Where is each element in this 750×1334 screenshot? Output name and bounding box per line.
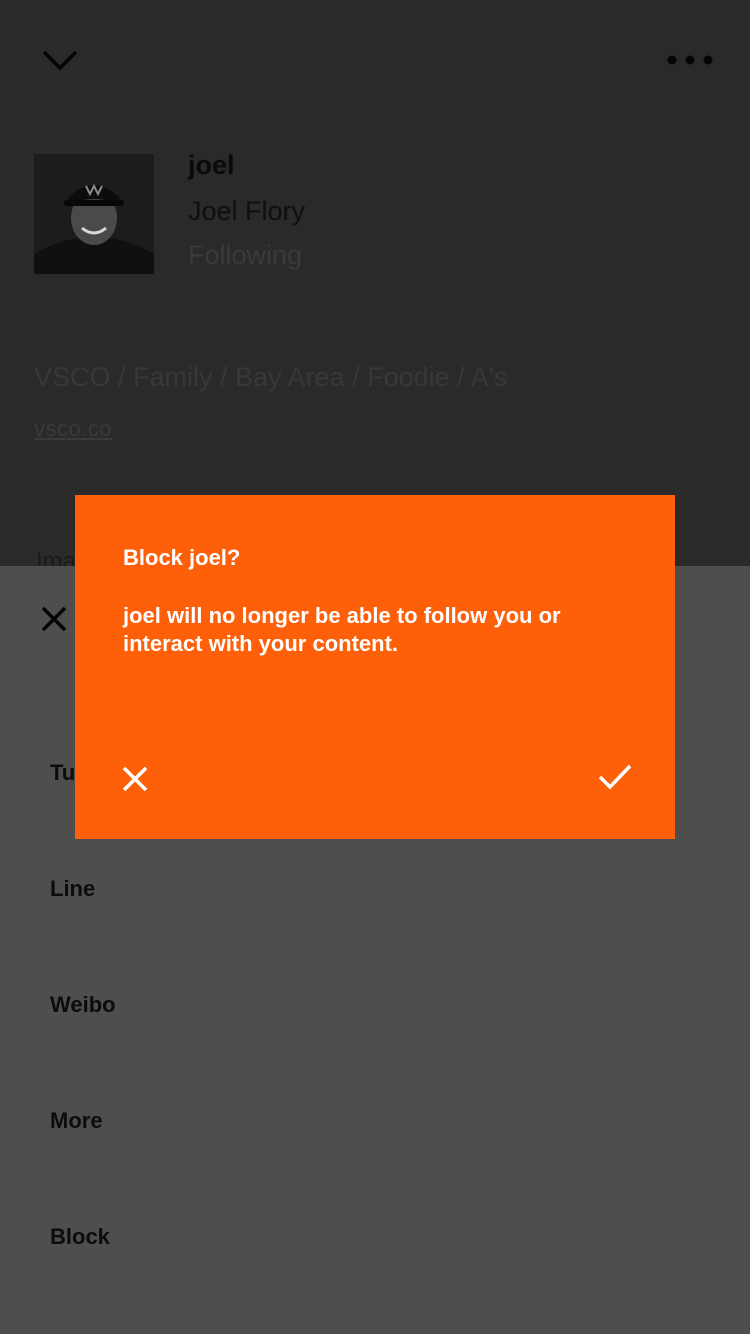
share-item-more[interactable]: More <box>50 1108 103 1134</box>
share-item-tumblr[interactable]: Tu <box>50 760 75 786</box>
share-item-block[interactable]: Block <box>50 1224 110 1250</box>
dialog-title: Block joel? <box>123 545 241 570</box>
profile-bio: VSCO / Family / Bay Area / Foodie / A's <box>34 362 508 392</box>
share-item-weibo[interactable]: Weibo <box>50 992 116 1018</box>
dialog-message: joel will no longer be able to follow yo… <box>123 603 561 656</box>
more-dots-icon[interactable] <box>664 52 716 68</box>
close-icon[interactable] <box>119 763 151 795</box>
profile-website-link[interactable]: vsco.co <box>34 416 112 442</box>
checkmark-icon[interactable] <box>597 761 633 793</box>
chevron-down-icon[interactable] <box>40 44 80 74</box>
block-confirm-dialog: Block joel? joel will no longer be able … <box>75 495 675 839</box>
profile-full-name: Joel Flory <box>188 196 306 226</box>
close-icon[interactable] <box>40 605 68 633</box>
follow-status-button[interactable]: Following <box>188 240 302 271</box>
avatar[interactable] <box>34 154 154 274</box>
share-item-line[interactable]: Line <box>50 876 95 902</box>
profile-username: joel <box>188 150 235 180</box>
avatar-photo <box>34 154 154 274</box>
